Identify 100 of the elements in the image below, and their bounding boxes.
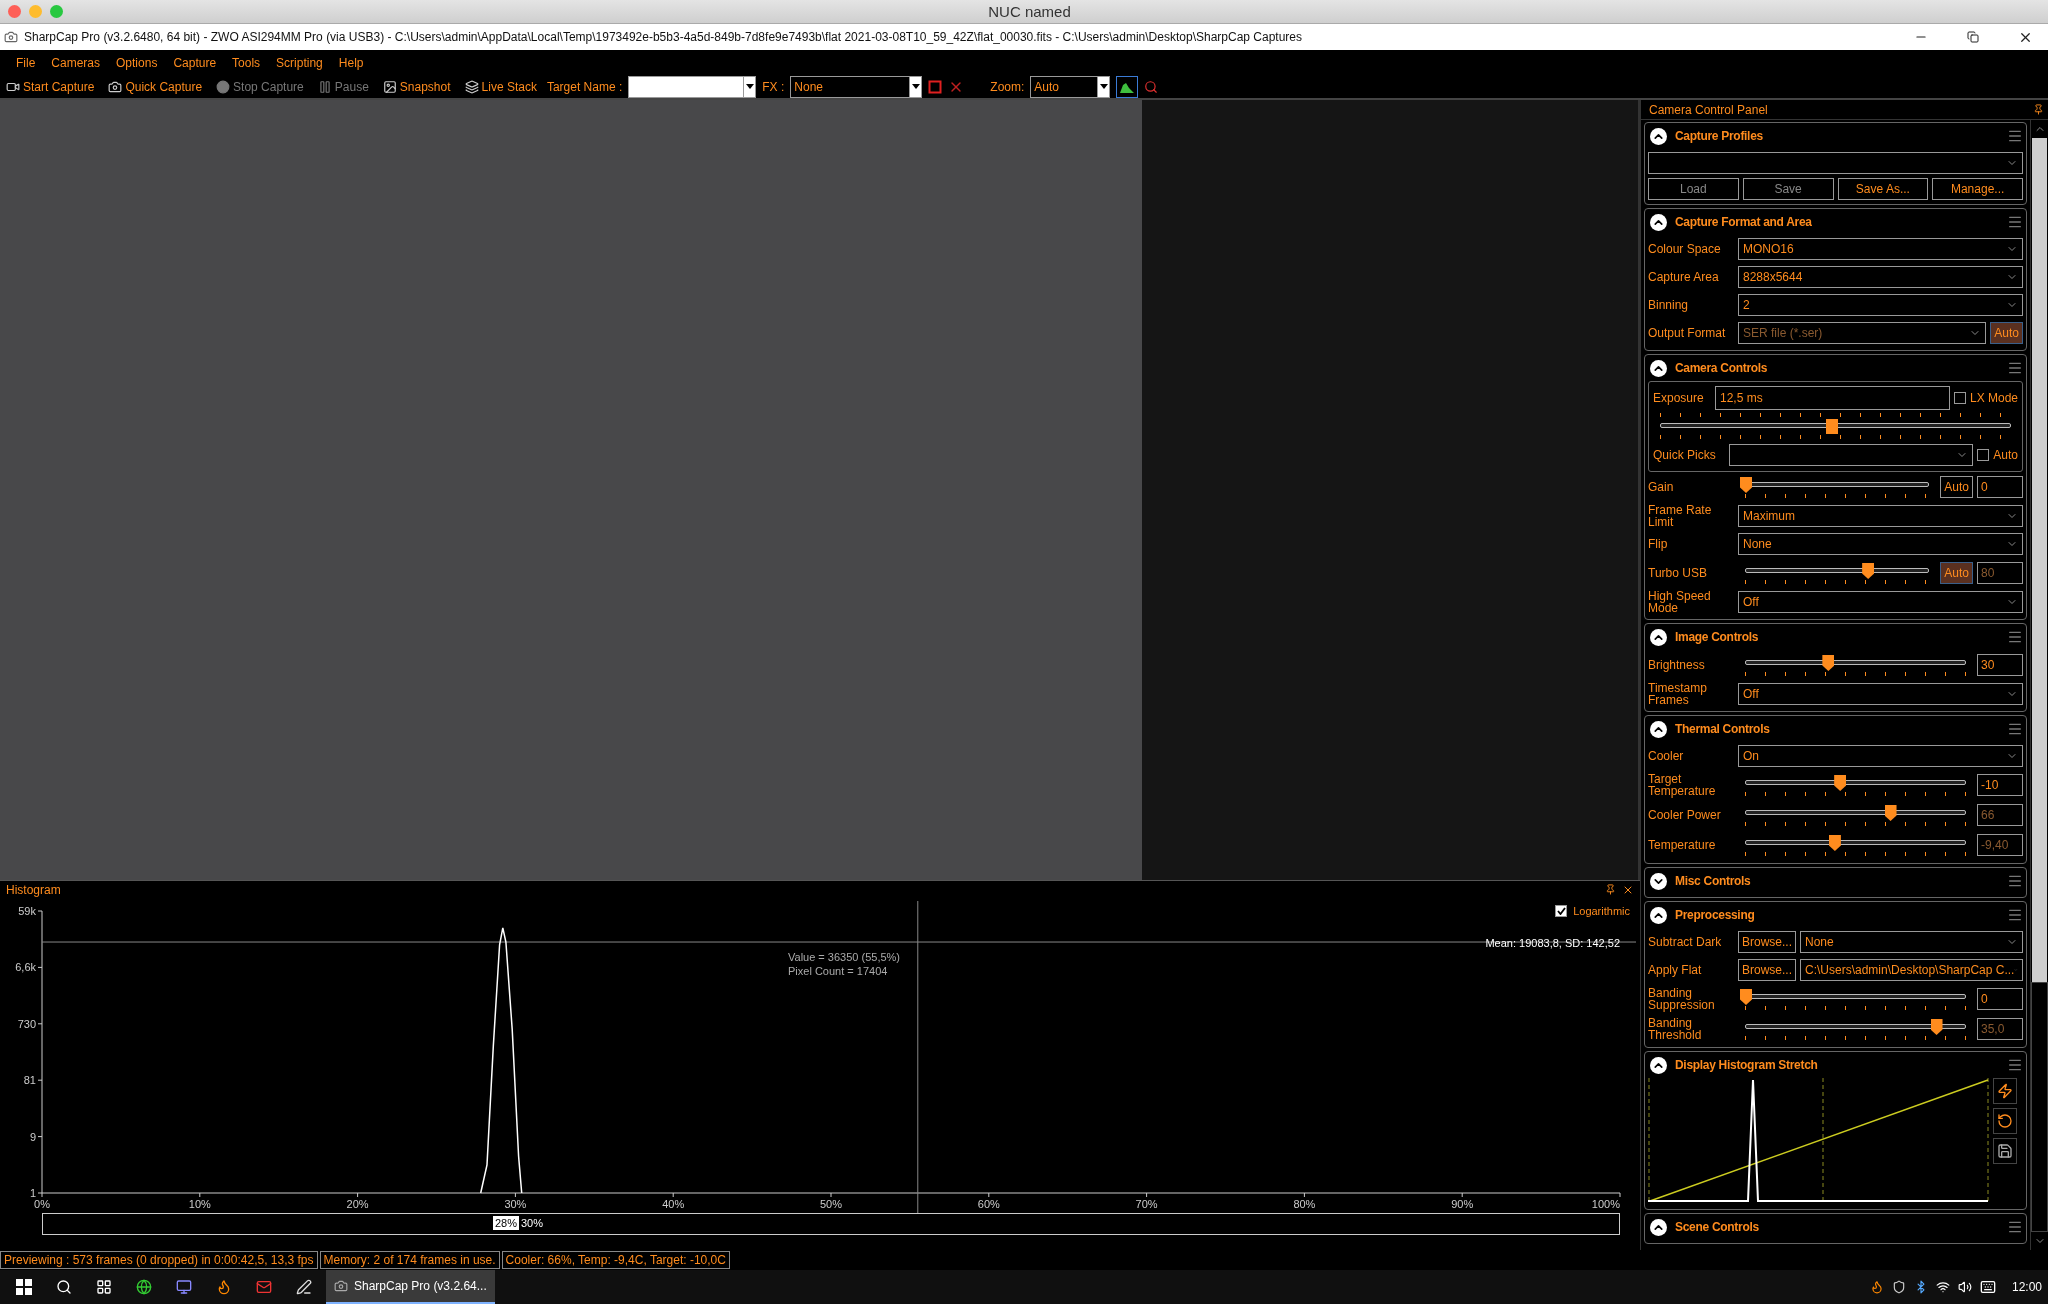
save-button[interactable] — [1993, 1138, 2017, 1164]
menu-icon[interactable] — [2007, 214, 2023, 230]
cursor-value: Value = 36350 (55,5%) — [788, 951, 900, 963]
dropdown[interactable]: Maximum — [1738, 505, 2023, 527]
dropdown[interactable]: 2 — [1738, 294, 2023, 316]
taskbar-app[interactable]: SharpCap Pro (v3.2.64... — [326, 1270, 495, 1304]
collapse-toggle[interactable] — [1650, 1056, 1667, 1074]
dropdown[interactable]: None — [1738, 533, 2023, 555]
auto-stretch-button[interactable] — [1993, 1078, 2017, 1104]
section-title: Capture Format and Area — [1675, 215, 1813, 229]
profile-button[interactable]: Manage... — [1932, 177, 2023, 200]
field-label: Quick Picks — [1653, 448, 1717, 462]
section-title: Thermal Controls — [1675, 722, 1771, 736]
dropdown[interactable]: 8288x5644 — [1738, 266, 2023, 288]
exposure-field[interactable]: 12,5 ms — [1715, 385, 1950, 410]
dropdown[interactable]: Off — [1738, 591, 2023, 613]
field-label: Turbo USB — [1648, 567, 1708, 579]
field-label: Zoom: — [990, 79, 1025, 94]
shield-icon[interactable] — [1891, 1280, 1906, 1294]
toolbar-button[interactable]: Live Stack — [460, 75, 541, 98]
field-label: Cooler Power — [1648, 809, 1722, 821]
menu-item[interactable]: Capture — [165, 52, 225, 73]
square-icon[interactable] — [928, 79, 943, 94]
status-text: Previewing : 573 frames (0 dropped) in 0:00:42,5, 13,3 fps — [0, 1251, 318, 1269]
collapse-toggle[interactable] — [1650, 213, 1667, 231]
field-label: Frame Rate Limit — [1648, 504, 1713, 528]
browse-button[interactable]: Browse... — [1738, 959, 1796, 981]
pin-icon[interactable] — [2033, 104, 2044, 115]
toolbar-button[interactable]: Quick Capture — [104, 75, 207, 98]
toolbar-button[interactable]: Start Capture — [2, 75, 99, 98]
wifi-icon[interactable] — [1935, 1280, 1950, 1294]
quick-picks-dropdown[interactable] — [1729, 444, 1974, 466]
x-tick-label: 60% — [977, 1198, 1000, 1210]
zoom-combo[interactable]: Auto — [1030, 75, 1111, 98]
target-name-combo[interactable] — [628, 75, 757, 98]
status-text: Cooler: 66%, Temp: -9,4C, Target: -10,0C — [501, 1251, 730, 1269]
section-title: Capture Profiles — [1675, 129, 1764, 143]
fx-combo[interactable]: None — [790, 75, 923, 98]
profile-dropdown[interactable] — [1648, 151, 2023, 174]
x-tick-label: 70% — [1135, 1198, 1158, 1210]
menu-item[interactable]: Cameras — [43, 52, 109, 73]
checkbox-label: LX Mode — [1969, 390, 2018, 405]
zoom-search-icon[interactable] — [1144, 79, 1159, 94]
section-title: Camera Controls — [1675, 361, 1769, 375]
app-icon — [4, 30, 18, 44]
menu-icon[interactable] — [2007, 721, 2023, 737]
x-tick-label: 90% — [1451, 1198, 1474, 1210]
field-label: Capture Area — [1648, 271, 1720, 283]
toolbar-button[interactable]: Snapshot — [378, 75, 455, 98]
menu-icon[interactable] — [2007, 629, 2023, 645]
value-field[interactable]: -10 — [1977, 774, 2023, 796]
close-icon[interactable] — [1622, 884, 1634, 896]
browse-button[interactable]: Browse... — [1738, 931, 1796, 953]
reset-button[interactable] — [1993, 1108, 2017, 1134]
collapse-toggle[interactable] — [1650, 628, 1667, 646]
dropdown[interactable]: C:\Users\admin\Desktop\SharpCap C... — [1800, 959, 2023, 981]
histogram-icon — [1120, 80, 1135, 93]
menu-item[interactable]: Scripting — [268, 52, 331, 73]
collapse-toggle[interactable] — [1650, 1218, 1667, 1236]
field-label: Timestamp Frames — [1648, 682, 1708, 706]
collapse-toggle[interactable] — [1650, 127, 1667, 145]
range-bar[interactable]: 28% 30% — [42, 1213, 1620, 1235]
dropdown[interactable]: MONO16 — [1738, 238, 2023, 260]
checkbox[interactable] — [1555, 905, 1568, 917]
pin-icon[interactable] — [1605, 884, 1616, 895]
value-field[interactable]: 0 — [1977, 476, 2023, 498]
collapse-toggle[interactable] — [1650, 359, 1667, 377]
histogram-toggle-button[interactable] — [1116, 75, 1139, 98]
scrollbar[interactable] — [2030, 120, 2048, 1250]
menu-item[interactable]: Help — [330, 52, 372, 73]
collapse-toggle[interactable] — [1650, 872, 1667, 890]
dropdown[interactable]: None — [1800, 931, 2023, 953]
volume-icon[interactable] — [1957, 1280, 1972, 1294]
checkbox[interactable] — [1953, 391, 1966, 404]
menu-icon[interactable] — [2007, 360, 2023, 376]
value-field[interactable]: 0 — [1977, 988, 2023, 1010]
auto-button[interactable]: Auto — [1940, 476, 1973, 498]
dropdown[interactable]: Off — [1738, 683, 2023, 705]
profile-button[interactable]: Save As... — [1837, 177, 1929, 200]
clock: 12:00 — [2011, 1280, 2042, 1294]
keyboard-icon[interactable] — [1979, 1279, 1996, 1295]
menu-icon[interactable] — [2007, 907, 2023, 923]
menu-icon[interactable] — [2007, 1219, 2023, 1235]
field-label: High Speed Mode — [1648, 590, 1712, 614]
menu-item[interactable]: File — [8, 52, 44, 73]
menu-icon[interactable] — [2007, 1057, 2023, 1073]
field-label: Target Temperature — [1648, 773, 1717, 797]
dropdown[interactable]: On — [1738, 745, 2023, 767]
collapse-toggle[interactable] — [1650, 906, 1667, 924]
reset-icon — [1997, 1113, 2013, 1129]
menu-item[interactable]: Options — [108, 52, 166, 73]
collapse-toggle[interactable] — [1650, 720, 1667, 738]
menu-icon[interactable] — [2007, 873, 2023, 889]
checkbox[interactable] — [1977, 449, 1990, 461]
menu-item[interactable]: Tools — [224, 52, 269, 73]
flame-icon[interactable] — [1869, 1280, 1884, 1294]
menu-icon[interactable] — [2007, 128, 2023, 144]
value-field[interactable]: 30 — [1977, 654, 2023, 676]
y-tick-label: 730 — [17, 1017, 36, 1030]
auto-button[interactable]: Auto — [1940, 562, 1973, 584]
